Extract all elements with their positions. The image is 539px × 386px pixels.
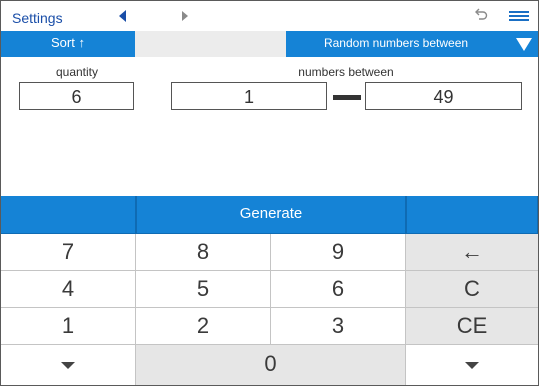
mode-select[interactable]: Random numbers between <box>286 31 538 57</box>
clear-key[interactable]: C <box>406 271 538 308</box>
quantity-field[interactable]: 6 <box>19 82 134 110</box>
key-1[interactable]: 1 <box>1 308 136 345</box>
undo-icon[interactable] <box>473 7 489 23</box>
key-0[interactable]: 0 <box>136 345 406 385</box>
key-3[interactable]: 3 <box>271 308 406 345</box>
chevron-down-icon <box>61 362 75 369</box>
top-bar: Settings <box>1 1 538 31</box>
app-window: Settings Sort ↑ Random numbers between q… <box>0 0 539 386</box>
range-min-field[interactable]: 1 <box>171 82 327 110</box>
left-expand-key[interactable] <box>1 345 136 385</box>
triangle-right-icon[interactable] <box>182 11 188 21</box>
key-8[interactable]: 8 <box>136 234 271 271</box>
keypad-blank-left <box>1 196 136 234</box>
keypad-blank-right <box>406 196 538 234</box>
mode-select-label: Random numbers between <box>323 36 469 50</box>
right-expand-key[interactable] <box>406 345 538 385</box>
generate-button[interactable]: Generate <box>136 196 406 234</box>
quantity-label: quantity <box>55 65 99 79</box>
triangle-left-icon[interactable] <box>119 10 126 22</box>
hamburger-menu-icon[interactable] <box>509 11 529 21</box>
key-5[interactable]: 5 <box>136 271 271 308</box>
range-max-field[interactable]: 49 <box>365 82 522 110</box>
key-9[interactable]: 9 <box>271 234 406 271</box>
settings-link[interactable]: Settings <box>12 10 63 26</box>
key-2[interactable]: 2 <box>136 308 271 345</box>
key-4[interactable]: 4 <box>1 271 136 308</box>
toolbar: Sort ↑ Random numbers between <box>1 31 538 57</box>
clear-entry-key[interactable]: CE <box>406 308 538 345</box>
keypad: Generate 7 8 9 ← 4 5 6 C 1 2 3 CE 0 <box>1 196 538 385</box>
chevron-down-icon <box>465 362 479 369</box>
range-separator-dash <box>333 95 361 100</box>
triangle-down-icon <box>516 38 532 51</box>
toolbar-spacer <box>135 31 286 57</box>
backspace-key[interactable]: ← <box>406 234 538 271</box>
range-label: numbers between <box>298 65 394 79</box>
sort-button[interactable]: Sort ↑ <box>1 31 135 57</box>
key-6[interactable]: 6 <box>271 271 406 308</box>
key-7[interactable]: 7 <box>1 234 136 271</box>
